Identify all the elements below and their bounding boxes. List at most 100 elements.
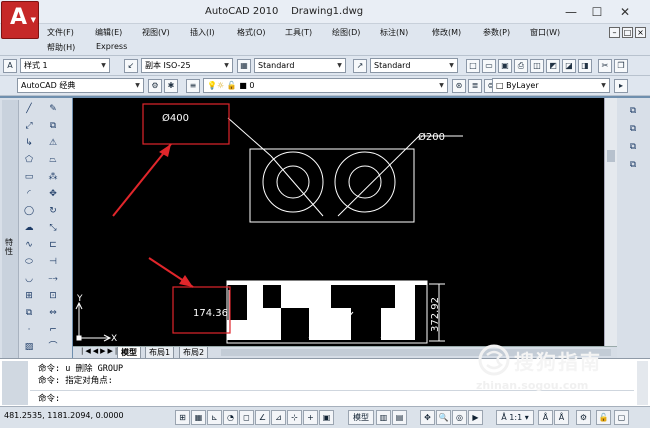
insert-block-icon[interactable]: ⊞ [22, 289, 36, 303]
maximize-button[interactable]: ☐ [586, 3, 608, 21]
lineweight-icon[interactable]: + [303, 410, 318, 425]
bring-front-icon[interactable]: ⧉ [626, 122, 640, 136]
extend-icon[interactable]: ⤍ [46, 272, 60, 286]
mirror-icon[interactable]: ⚠ [46, 136, 60, 150]
save-icon[interactable]: ▣ [498, 59, 512, 73]
scroll-thumb[interactable] [607, 150, 615, 162]
revcloud-icon[interactable]: ☁ [22, 221, 36, 235]
annotation-visibility-icon[interactable]: Å [538, 410, 553, 425]
print-icon[interactable]: ⎙ [514, 59, 528, 73]
application-menu-button[interactable]: A ▼ [1, 1, 39, 39]
arc-icon[interactable]: ◜ [22, 187, 36, 201]
text-style-select[interactable]: 样式 1 ▼ [20, 58, 110, 73]
break-icon[interactable]: ⊡ [46, 289, 60, 303]
color-select[interactable]: □ ByLayer ▼ [492, 78, 610, 93]
annotation-scale[interactable]: Å 1:1 ▾ [496, 410, 534, 425]
showmotion-icon[interactable]: ▶ [468, 410, 483, 425]
workspace-settings-icon[interactable]: ⚙ [148, 79, 162, 93]
chamfer-icon[interactable]: ⌐ [46, 323, 60, 337]
ducs-icon[interactable]: ⊿ [271, 410, 286, 425]
ortho-icon[interactable]: ⊾ [207, 410, 222, 425]
menu-tools[interactable]: 工具(T) [285, 27, 312, 38]
copy-icon[interactable]: ❐ [614, 59, 628, 73]
drawing-canvas[interactable]: Ø200 Ø400 174.36 372.92 Y X [73, 98, 604, 346]
autoscale-icon[interactable]: Å [554, 410, 569, 425]
publish-icon[interactable]: ◩ [546, 59, 560, 73]
gear-icon[interactable]: ✱ [164, 79, 178, 93]
plot-icon[interactable]: ◪ [562, 59, 576, 73]
snap-icon[interactable]: ⊞ [175, 410, 190, 425]
offset-icon[interactable]: ⏢ [46, 153, 60, 167]
quick-view-icon[interactable]: ▥ [376, 410, 391, 425]
overflow-icon[interactable]: ▸ [614, 79, 628, 93]
lock-icon[interactable]: 🔓 [596, 410, 611, 425]
menu-edit[interactable]: 编辑(E) [95, 27, 122, 38]
preview-icon[interactable]: ◫ [530, 59, 544, 73]
menu-insert[interactable]: 插入(I) [190, 27, 215, 38]
dyn-icon[interactable]: ⊹ [287, 410, 302, 425]
erase-icon[interactable]: ✎ [46, 102, 60, 116]
move-icon[interactable]: ✥ [46, 187, 60, 201]
menu-file[interactable]: 文件(F) [47, 27, 74, 38]
workspace-switch-icon[interactable]: ⚙ [576, 410, 591, 425]
close-button[interactable]: ✕ [614, 3, 636, 21]
command-grip[interactable] [2, 361, 28, 405]
cut-icon[interactable]: ✂ [598, 59, 612, 73]
open-file-icon[interactable]: ▭ [482, 59, 496, 73]
menu-view[interactable]: 视图(V) [142, 27, 170, 38]
multileader-style-icon[interactable]: ↗ [353, 59, 367, 73]
3d-dwf-icon[interactable]: ◨ [578, 59, 592, 73]
layer-previous-icon[interactable]: ≣ [468, 79, 482, 93]
vertical-scrollbar[interactable] [604, 98, 617, 346]
grid-icon[interactable]: ▦ [191, 410, 206, 425]
quick-props-icon[interactable]: ▣ [319, 410, 334, 425]
scale-icon[interactable]: ⤡ [46, 221, 60, 235]
copy-object-icon[interactable]: ⧉ [46, 119, 60, 133]
dim-style-select[interactable]: 副本 ISO-25 ▼ [141, 58, 233, 73]
doc-restore-icon[interactable]: □ [622, 27, 633, 38]
menu-window[interactable]: 窗口(W) [530, 27, 560, 38]
layer-current-icon[interactable]: ⊛ [452, 79, 466, 93]
menu-draw[interactable]: 绘图(D) [332, 27, 360, 38]
menu-format[interactable]: 格式(O) [237, 27, 266, 38]
multileader-style-select[interactable]: Standard ▼ [370, 58, 458, 73]
send-back-icon[interactable]: ⧉ [626, 140, 640, 154]
ellipse-arc-icon[interactable]: ◡ [22, 272, 36, 286]
new-file-icon[interactable]: □ [466, 59, 480, 73]
line-icon[interactable]: ╱ [22, 102, 36, 116]
menu-parametric[interactable]: 参数(P) [483, 27, 510, 38]
spline-icon[interactable]: ∿ [22, 238, 36, 252]
model-space-button[interactable]: 模型 [348, 410, 374, 425]
layer-manager-icon[interactable]: ≡ [186, 79, 200, 93]
join-icon[interactable]: ⇔ [46, 306, 60, 320]
doc-close-icon[interactable]: × [635, 27, 646, 38]
text-style-icon[interactable]: A [3, 59, 17, 73]
tab-nav-arrows-icon[interactable]: |◀◀▶▶| [81, 347, 119, 355]
table-style-select[interactable]: Standard ▼ [254, 58, 346, 73]
polygon-icon[interactable]: ⬠ [22, 153, 36, 167]
rotate-icon[interactable]: ↻ [46, 204, 60, 218]
draw-order-icon[interactable]: ⧉ [626, 104, 640, 118]
polyline-icon[interactable]: ↳ [22, 136, 36, 150]
construction-line-icon[interactable]: ⤢ [22, 119, 36, 133]
doc-minimize-icon[interactable]: – [609, 27, 620, 38]
stretch-icon[interactable]: ⊏ [46, 238, 60, 252]
table-style-icon[interactable]: ▦ [237, 59, 251, 73]
make-block-icon[interactable]: ⧉ [22, 306, 36, 320]
menu-express[interactable]: Express [96, 42, 127, 51]
osnap-icon[interactable]: ◻ [239, 410, 254, 425]
zoom-icon[interactable]: 🔍 [436, 410, 451, 425]
pan-icon[interactable]: ✥ [420, 410, 435, 425]
ellipse-icon[interactable]: ⬭ [22, 255, 36, 269]
menu-dimension[interactable]: 标注(N) [380, 27, 408, 38]
point-icon[interactable]: · [22, 323, 36, 337]
steering-wheel-icon[interactable]: ◎ [452, 410, 467, 425]
layout-view-icon[interactable]: ▤ [392, 410, 407, 425]
fillet-icon[interactable]: ⌒ [46, 340, 60, 354]
array-icon[interactable]: ⁂ [46, 170, 60, 184]
workspace-select[interactable]: AutoCAD 经典 ▼ [17, 78, 144, 93]
minimize-button[interactable]: — [560, 3, 582, 21]
otrack-icon[interactable]: ∠ [255, 410, 270, 425]
properties-palette-tab[interactable]: 特性 [2, 100, 19, 364]
bring-above-icon[interactable]: ⧉ [626, 158, 640, 172]
